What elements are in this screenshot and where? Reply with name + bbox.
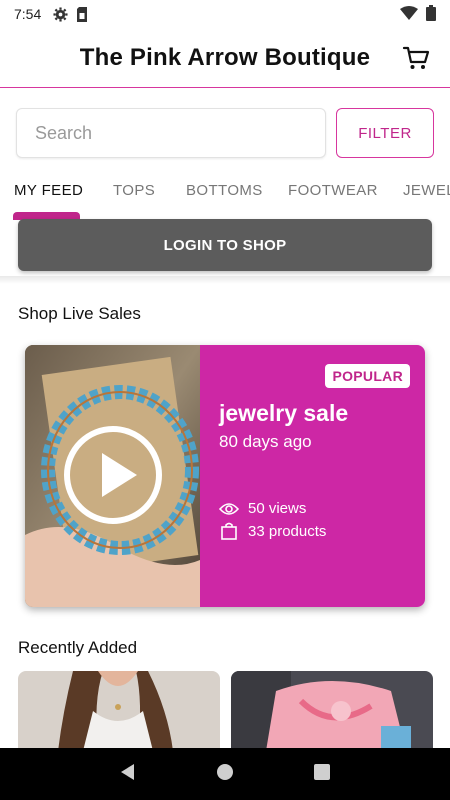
- system-nav-bar: [0, 748, 450, 800]
- shopping-bag-icon: [221, 522, 237, 540]
- products-stat: 33 products: [219, 522, 326, 540]
- status-bar: 7:54: [0, 0, 450, 28]
- live-sale-card[interactable]: POPULAR jewelry sale 80 days ago 50 view…: [25, 345, 425, 607]
- views-stat: 50 views: [219, 500, 306, 517]
- tab-jewelry[interactable]: JEWEL: [403, 182, 450, 199]
- products-count: 33 products: [248, 522, 327, 540]
- tab-footwear[interactable]: FOOTWEAR: [288, 182, 378, 199]
- product-card[interactable]: [231, 671, 433, 751]
- section-title-live-sales: Shop Live Sales: [18, 304, 141, 323]
- product-card[interactable]: [18, 671, 220, 751]
- sim-card-icon: [76, 6, 88, 22]
- sale-age: 80 days ago: [219, 432, 312, 451]
- category-tabs: MY FEED TOPS BOTTOMS FOOTWEAR JEWEL: [0, 170, 450, 220]
- product-photo: [18, 671, 220, 751]
- live-sale-info: POPULAR jewelry sale 80 days ago 50 view…: [200, 345, 425, 607]
- views-count: 50 views: [248, 500, 307, 517]
- product-photo: [231, 671, 433, 751]
- app-title: The Pink Arrow Boutique: [79, 43, 371, 71]
- recents-icon[interactable]: [313, 763, 331, 786]
- search-row: FILTER: [16, 108, 434, 160]
- cart-icon[interactable]: [402, 44, 430, 72]
- earring-photo: [25, 345, 200, 607]
- divider: [0, 276, 450, 284]
- status-time: 7:54: [14, 6, 42, 22]
- back-icon[interactable]: [119, 763, 137, 786]
- live-sale-thumbnail[interactable]: [25, 345, 200, 607]
- eye-icon: [219, 502, 239, 515]
- tab-bottoms[interactable]: BOTTOMS: [186, 182, 263, 199]
- home-icon[interactable]: [216, 763, 234, 786]
- sale-title: jewelry sale: [219, 400, 349, 426]
- login-to-shop-button[interactable]: LOGIN TO SHOP: [18, 219, 432, 271]
- popular-badge: POPULAR: [325, 364, 410, 388]
- gear-icon: [53, 6, 68, 22]
- wifi-icon: [400, 5, 418, 23]
- filter-button[interactable]: FILTER: [336, 108, 434, 158]
- tab-tops[interactable]: TOPS: [113, 182, 155, 199]
- search-input[interactable]: [16, 108, 326, 158]
- app-header: The Pink Arrow Boutique: [0, 28, 450, 88]
- battery-icon: [426, 4, 436, 24]
- section-title-recently-added: Recently Added: [18, 638, 138, 657]
- tab-my-feed[interactable]: MY FEED: [14, 182, 83, 199]
